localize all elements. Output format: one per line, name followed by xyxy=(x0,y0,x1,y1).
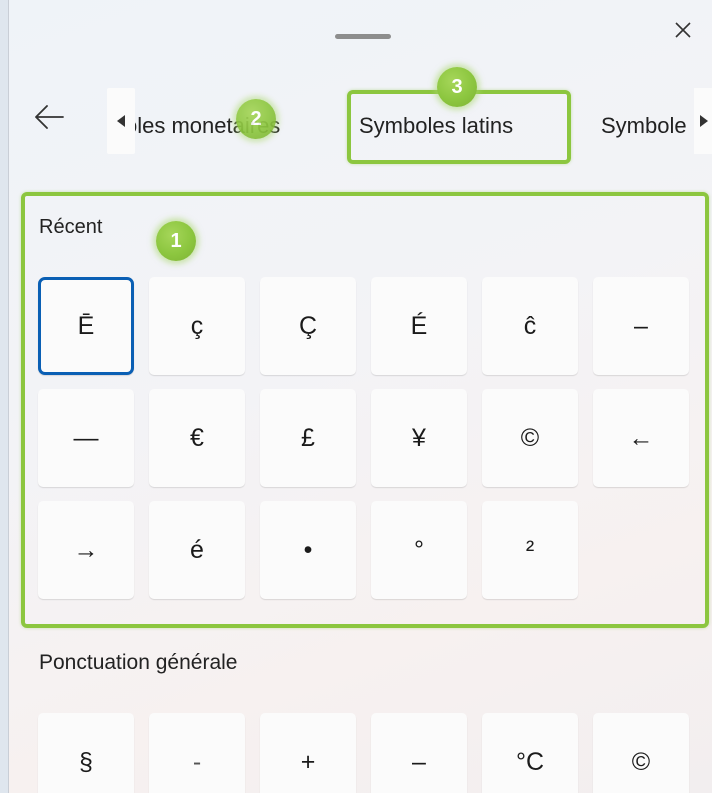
tabs-scroll-left-button[interactable] xyxy=(107,88,135,154)
tab-symbols[interactable]: Symbole xyxy=(601,113,693,139)
symbol-key[interactable]: © xyxy=(593,713,689,793)
symbol-key[interactable]: °C xyxy=(482,713,578,793)
symbol-key[interactable]: § xyxy=(38,713,134,793)
highlight-box-recent xyxy=(21,192,709,628)
close-icon[interactable] xyxy=(671,18,695,42)
annotation-marker-1: 1 xyxy=(156,221,196,261)
emoji-symbol-panel: oles monetaires Symboles latins Symbole … xyxy=(8,0,712,793)
back-arrow-icon[interactable] xyxy=(31,102,67,132)
tabs-scroll-right-button[interactable] xyxy=(694,88,712,154)
annotation-marker-3: 3 xyxy=(437,67,477,107)
symbol-key[interactable]: – xyxy=(371,713,467,793)
caret-left-icon xyxy=(117,115,125,127)
drag-handle[interactable] xyxy=(335,34,391,39)
section-title-punctuation: Ponctuation générale xyxy=(39,651,238,674)
symbol-key[interactable]: - xyxy=(149,713,245,793)
symbol-key[interactable]: + xyxy=(260,713,356,793)
caret-right-icon xyxy=(700,115,708,127)
annotation-marker-2: 2 xyxy=(236,99,276,139)
